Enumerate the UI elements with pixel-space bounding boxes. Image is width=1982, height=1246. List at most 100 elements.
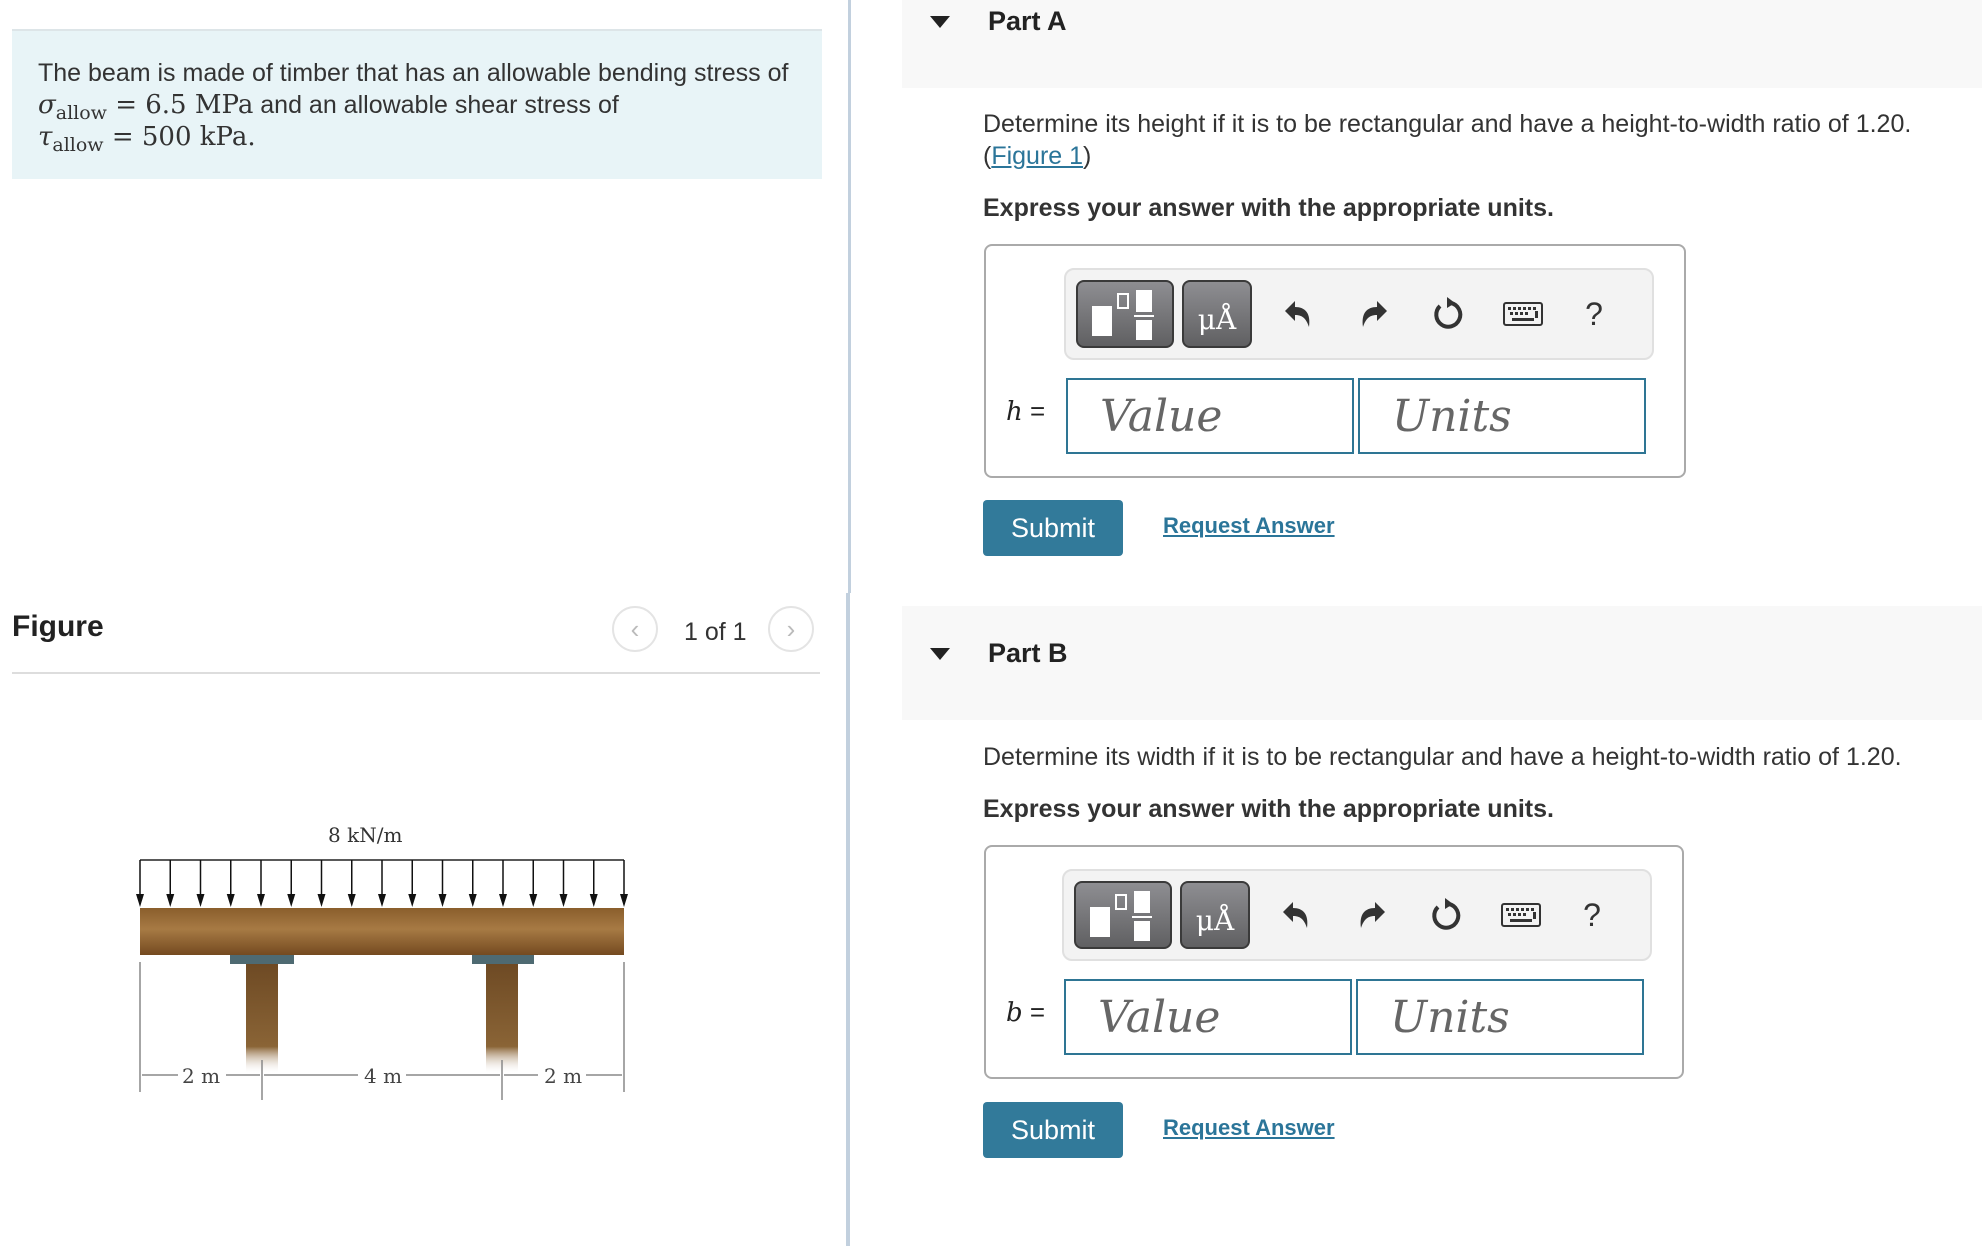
reset-icon [1432,898,1461,930]
part-a-question-text: Determine its height if it is to be rect… [983,110,1912,138]
part-b-math-toolbar: μÅ ? [1062,869,1652,961]
load-arrow-head [226,894,235,907]
fraction-template-icon [1090,891,1152,941]
equals-sign: = [1022,396,1046,426]
reset-button[interactable] [1426,895,1466,935]
load-arrow-head [620,894,628,907]
load-arrow-head [136,894,144,907]
problem-statement: The beam is made of timber that has an a… [12,29,822,179]
part-b-submit-button[interactable]: Submit [983,1102,1123,1158]
equals-sign: = [1022,997,1046,1027]
redo-icon [1362,301,1387,327]
undo-button[interactable] [1276,895,1316,935]
load-arrow-head [408,894,417,907]
help-button[interactable]: ? [1574,294,1614,334]
keyboard-icon [1501,903,1541,927]
part-b-header[interactable]: Part B [902,606,1982,720]
units-symbol-icon: μÅ [1197,303,1237,336]
units-button[interactable]: μÅ [1182,280,1252,348]
variable-h: h [1006,397,1023,427]
load-arrow-head [347,894,356,907]
figure-1-link[interactable]: Figure 1 [991,142,1083,170]
intro-text: The beam is made of timber that has an a… [38,59,789,87]
part-b-variable-label: b = [1006,997,1045,1028]
part-a-submit-button[interactable]: Submit [983,500,1123,556]
sigma-value: = 6.5 MPa [106,90,254,120]
help-icon: ? [1583,896,1601,933]
load-arrow-head [257,894,265,907]
tau-symbol: τ [38,122,53,152]
templates-button[interactable] [1076,280,1174,348]
beam-figure: 8 kN/m 2 m 4 m 2 m [120,810,710,1100]
part-b-instruction: Express your answer with the appropriate… [983,795,1554,823]
next-figure-button[interactable]: › [768,606,814,652]
part-a-answer-box: μÅ ? h = [984,244,1686,478]
problem-panel: The beam is made of timber that has an a… [0,0,848,1246]
keyboard-icon [1503,302,1543,326]
tau-subscript: allow [52,134,104,156]
part-a-instruction: Express your answer with the appropriate… [983,194,1554,222]
part-b-title: Part B [988,638,1068,668]
variable-b: b [1006,998,1023,1028]
paren-close: ) [1083,142,1092,170]
load-arrow-head [166,894,175,907]
load-label: 8 kN/m [328,823,402,847]
redo-icon [1360,902,1385,928]
left-bearing-plate [230,955,294,964]
part-b-request-answer-link[interactable]: Request Answer [1163,1115,1335,1141]
redo-button[interactable] [1352,895,1392,935]
chevron-right-icon: › [786,613,796,644]
redo-button[interactable] [1354,294,1394,334]
fraction-template-icon [1092,290,1154,340]
help-button[interactable]: ? [1572,895,1612,935]
right-bearing-plate [472,955,534,964]
previous-figure-button[interactable]: ‹ [612,606,658,652]
right-support-post [486,964,518,1074]
templates-button[interactable] [1074,881,1172,949]
load-arrow-head [317,894,326,907]
tau-value: = 500 kPa [103,122,248,152]
load-arrow-head [529,894,538,907]
panel-divider[interactable] [848,0,851,593]
units-symbol-icon: μÅ [1195,904,1235,937]
left-support-post [246,964,278,1074]
figure-title: Figure [12,610,104,643]
dimension-label-right: 2 m [544,1064,582,1088]
figure-header: Figure ‹ 1 of 1 › [12,598,820,674]
part-b-answer-box: μÅ ? b = [984,845,1684,1079]
sigma-subscript: allow [55,102,107,124]
part-a-variable-label: h = [1006,396,1045,427]
sigma-symbol: σ [38,90,56,120]
undo-icon [1283,902,1308,928]
load-arrow-head [499,894,507,907]
reset-button[interactable] [1428,294,1468,334]
part-a-header[interactable]: Part A [902,0,1982,88]
intro-text-mid: and an allowable shear stress of [253,91,619,119]
dimension-label-left: 2 m [182,1064,220,1088]
undo-button[interactable] [1278,294,1318,334]
part-a-value-input[interactable] [1066,378,1354,454]
load-arrow-head [438,894,447,907]
part-a-math-toolbar: μÅ ? [1064,268,1654,360]
collapse-triangle-icon[interactable] [930,16,950,28]
load-arrow-head [378,894,386,907]
dimension-label-middle: 4 m [364,1064,402,1088]
part-b-units-input[interactable] [1356,979,1644,1055]
chevron-left-icon: ‹ [630,613,640,644]
part-b-question: Determine its width if it is to be recta… [983,743,1902,771]
figure-page-count: 1 of 1 [684,618,747,646]
reset-icon [1434,297,1463,329]
timber-beam [140,908,624,955]
part-a-request-answer-link[interactable]: Request Answer [1163,513,1335,539]
panel-divider-scroll[interactable] [846,593,850,1246]
units-button[interactable]: μÅ [1180,881,1250,949]
part-a-units-input[interactable] [1358,378,1646,454]
load-arrow-head [589,894,598,907]
load-arrow-head [468,894,477,907]
part-b-value-input[interactable] [1064,979,1352,1055]
part-a-question: Determine its height if it is to be rect… [983,108,1911,172]
collapse-triangle-icon[interactable] [930,648,950,660]
keyboard-button[interactable] [1494,895,1548,935]
help-icon: ? [1585,295,1603,332]
keyboard-button[interactable] [1496,294,1550,334]
